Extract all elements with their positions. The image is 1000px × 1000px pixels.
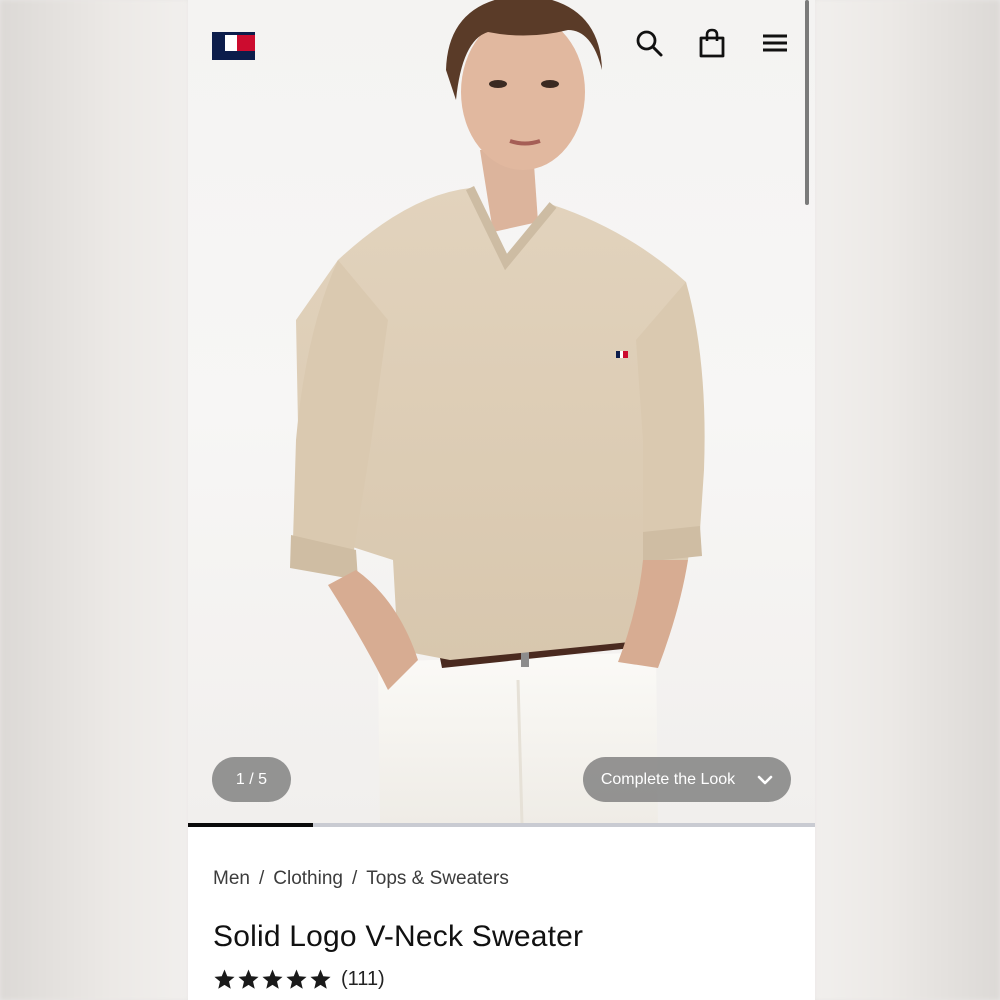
star-icon <box>238 969 259 989</box>
breadcrumb-separator: / <box>258 868 265 889</box>
logo-flag <box>212 32 255 54</box>
hamburger-menu-icon[interactable] <box>760 28 790 58</box>
star-icon <box>262 969 283 989</box>
blurred-background-left <box>0 0 188 1000</box>
chevron-down-icon <box>757 775 773 784</box>
complete-the-look-label: Complete the Look <box>600 770 736 788</box>
image-counter: 1 / 5 <box>212 757 291 802</box>
breadcrumb-item-men[interactable]: Men <box>213 868 250 890</box>
product-rating[interactable]: (111) <box>213 968 385 991</box>
gallery-progress-bar <box>188 823 815 827</box>
complete-the-look-button[interactable]: Complete the Look <box>583 757 791 802</box>
star-icon <box>214 969 235 989</box>
scrollbar[interactable] <box>805 0 809 205</box>
star-icon <box>286 969 307 989</box>
product-image-gallery[interactable]: 1 / 5 Complete the Look <box>188 0 815 824</box>
blurred-background-right <box>815 0 1000 1000</box>
product-photo <box>290 0 705 824</box>
breadcrumb-item-tops-sweaters[interactable]: Tops & Sweaters <box>366 868 509 890</box>
breadcrumb-separator: / <box>351 868 358 889</box>
review-count[interactable]: (111) <box>341 968 385 991</box>
product-title: Solid Logo V-Neck Sweater <box>213 920 584 953</box>
shopping-bag-icon[interactable] <box>697 28 727 58</box>
search-icon[interactable] <box>634 28 664 58</box>
breadcrumb: Men / Clothing / Tops & Sweaters <box>213 868 509 890</box>
gallery-progress-fill <box>188 823 314 827</box>
star-icon <box>310 969 331 989</box>
rating-stars <box>213 968 332 991</box>
brand-logo[interactable] <box>212 32 255 60</box>
product-page: 1 / 5 Complete the Look Men / Clothing /… <box>188 0 815 1000</box>
breadcrumb-item-clothing[interactable]: Clothing <box>273 868 343 890</box>
